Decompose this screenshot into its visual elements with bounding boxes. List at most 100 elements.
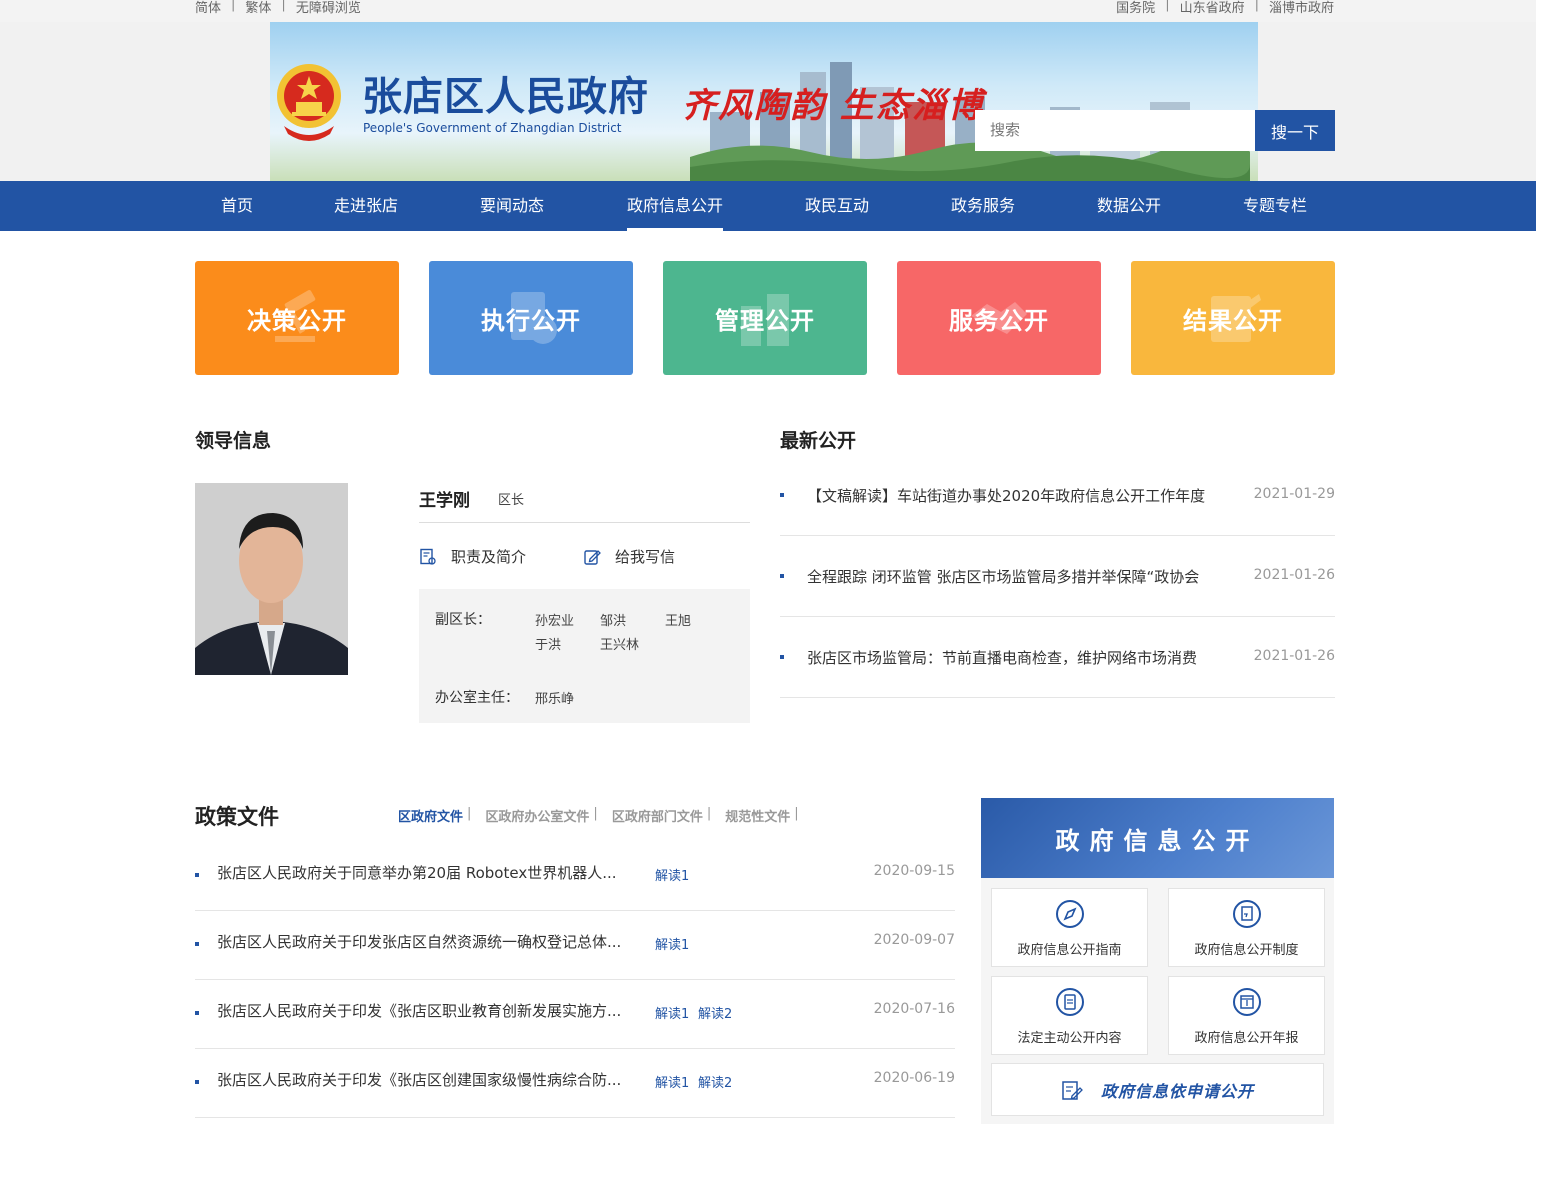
nav-item-services[interactable]: 政务服务 bbox=[951, 181, 1015, 231]
interpretation-link[interactable]: 解读1 bbox=[655, 1072, 689, 1091]
tab-normative-docs[interactable]: 规范性文件 bbox=[725, 806, 790, 825]
main-nav: 首页 走进张店 要闻动态 政府信息公开 政民互动 政务服务 数据公开 专题专栏 bbox=[0, 181, 1536, 231]
bullet bbox=[780, 574, 784, 578]
news-title: 张店区市场监管局：节前直播电商检查，维护网络市场消费 bbox=[807, 649, 1198, 667]
site-subtitle: People's Government of Zhangdian Distric… bbox=[363, 121, 622, 135]
search-input[interactable]: 搜索 bbox=[975, 110, 1256, 151]
write-letter-link[interactable]: 给我写信 bbox=[583, 546, 675, 567]
edit-icon bbox=[584, 549, 601, 565]
disclosure-guide-button[interactable]: 政府信息公开指南 bbox=[991, 888, 1148, 967]
cell-label: 政府信息公开年报 bbox=[1194, 1031, 1299, 1046]
nav-item-data[interactable]: 数据公开 bbox=[1097, 181, 1161, 231]
tile-label: 结果公开 bbox=[1183, 306, 1283, 335]
separator: | bbox=[281, 0, 286, 12]
policy-date: 2020-07-16 bbox=[873, 1001, 955, 1017]
separator: | bbox=[1254, 0, 1259, 12]
office-director-name[interactable]: 邢乐峥 bbox=[535, 688, 574, 707]
policy-section-title: 政策文件 bbox=[195, 805, 279, 829]
tile-label: 管理公开 bbox=[715, 306, 815, 335]
nav-item-topics[interactable]: 专题专栏 bbox=[1243, 181, 1307, 231]
disclosure-system-button[interactable]: 政府信息公开制度 bbox=[1168, 888, 1325, 967]
tile-label: 执行公开 bbox=[481, 306, 581, 335]
profile-doc-icon bbox=[420, 548, 436, 565]
shandong-gov-link[interactable]: 山东省政府 bbox=[1180, 0, 1245, 16]
interpretation-link[interactable]: 解读2 bbox=[698, 1003, 732, 1022]
tile-management[interactable]: 管理公开 bbox=[663, 261, 867, 375]
tile-result[interactable]: 结果公开 bbox=[1131, 261, 1335, 375]
table-row: 张店区人民政府关于印发《张店区创建国家级慢性病综合防... 解读1 解读2 20… bbox=[195, 1049, 955, 1118]
document-icon bbox=[1233, 900, 1261, 928]
tile-execution[interactable]: 执行公开 bbox=[429, 261, 633, 375]
language-links: 简体 | 繁体 | 无障碍浏览 bbox=[195, 0, 361, 16]
bullet bbox=[195, 1080, 199, 1084]
separator: | bbox=[794, 806, 799, 821]
tab-district-gov-docs[interactable]: 区政府文件 bbox=[398, 806, 463, 825]
accessibility-link[interactable]: 无障碍浏览 bbox=[296, 0, 361, 16]
leader-photo[interactable] bbox=[195, 483, 348, 675]
leader-name[interactable]: 王学刚 bbox=[419, 486, 470, 511]
tile-decision[interactable]: 决策公开 bbox=[195, 261, 399, 375]
bullet bbox=[195, 873, 199, 877]
table-row: 张店区人民政府关于印发张店区自然资源统一确权登记总体... 解读1 2020-0… bbox=[195, 911, 955, 980]
annual-report-button[interactable]: 政府信息公开年报 bbox=[1168, 976, 1325, 1055]
duties-link[interactable]: 职责及简介 bbox=[419, 546, 526, 567]
external-links: 国务院 | 山东省政府 | 淄博市政府 bbox=[1116, 0, 1334, 16]
interpretation-link[interactable]: 解读1 bbox=[655, 1003, 689, 1022]
separator: | bbox=[706, 806, 712, 821]
tile-label: 决策公开 bbox=[247, 306, 347, 335]
news-date: 2021-01-29 bbox=[1253, 486, 1335, 502]
simplified-link[interactable]: 简体 bbox=[195, 0, 221, 16]
apply-label: 政府信息依申请公开 bbox=[1100, 1081, 1254, 1101]
site-header: 张店区人民政府 People's Government of Zhangdian… bbox=[0, 22, 1536, 181]
interpretation-link[interactable]: 解读1 bbox=[655, 934, 689, 953]
list-item[interactable]: 全程跟踪 闭环监管 张店区市场监管局多措并举保障“政协会 2021-01-26 bbox=[780, 536, 1335, 617]
duties-link-label: 职责及简介 bbox=[451, 548, 527, 566]
zibo-gov-link[interactable]: 淄博市政府 bbox=[1269, 0, 1334, 16]
office-director-label: 办公室主任： bbox=[435, 690, 519, 706]
interpretation-link[interactable]: 解读2 bbox=[698, 1072, 732, 1091]
cell-label: 政府信息公开指南 bbox=[1017, 943, 1122, 958]
nav-item-about[interactable]: 走进张店 bbox=[334, 181, 398, 231]
deputy-name[interactable]: 王兴林 bbox=[600, 634, 639, 653]
interpretation-link[interactable]: 解读1 bbox=[655, 865, 689, 884]
policy-date: 2020-06-19 bbox=[873, 1070, 955, 1086]
clipboard-icon bbox=[1056, 988, 1084, 1016]
news-title: 全程跟踪 闭环监管 张店区市场监管局多措并举保障“政协会 bbox=[807, 568, 1200, 586]
cell-label: 政府信息公开制度 bbox=[1194, 943, 1299, 958]
deputy-name[interactable]: 邹洪 bbox=[600, 610, 626, 629]
news-title: 【文稿解读】车站街道办事处2020年政府信息公开工作年度 bbox=[807, 487, 1206, 505]
policy-title[interactable]: 张店区人民政府关于同意举办第20届 Robotex世界机器人... bbox=[217, 862, 647, 883]
info-panel-title[interactable]: 政府信息公开 bbox=[981, 798, 1334, 878]
policy-title[interactable]: 张店区人民政府关于印发《张店区职业教育创新发展实施方... bbox=[217, 1000, 647, 1021]
info-disclosure-panel: 政府信息公开 政府信息公开指南 政府信息公开制度 法定主动公开内容 政府信息公开… bbox=[981, 798, 1334, 1124]
state-council-link[interactable]: 国务院 bbox=[1116, 0, 1155, 16]
tab-office-docs[interactable]: 区政府办公室文件 bbox=[485, 806, 589, 825]
apply-disclosure-button[interactable]: 政府信息依申请公开 bbox=[991, 1063, 1324, 1116]
deputy-label: 副区长： bbox=[435, 612, 491, 628]
policy-date: 2020-09-15 bbox=[873, 863, 955, 879]
calendar-icon bbox=[1233, 988, 1261, 1016]
write-letter-label: 给我写信 bbox=[615, 548, 676, 566]
bullet bbox=[780, 493, 784, 497]
nav-item-home[interactable]: 首页 bbox=[221, 181, 253, 231]
form-edit-icon bbox=[1062, 1080, 1083, 1100]
list-item[interactable]: 【文稿解读】车站街道办事处2020年政府信息公开工作年度 2021-01-29 bbox=[780, 455, 1335, 536]
news-date: 2021-01-26 bbox=[1253, 567, 1335, 583]
nav-item-info-disclosure[interactable]: 政府信息公开 bbox=[627, 181, 724, 231]
deputy-name[interactable]: 于洪 bbox=[535, 634, 561, 653]
top-utility-bar: 简体 | 繁体 | 无障碍浏览 国务院 | 山东省政府 | 淄博市政府 bbox=[0, 0, 1536, 22]
deputy-name[interactable]: 孙宏业 bbox=[535, 610, 574, 629]
policy-title[interactable]: 张店区人民政府关于印发张店区自然资源统一确权登记总体... bbox=[217, 931, 647, 952]
policy-title[interactable]: 张店区人民政府关于印发《张店区创建国家级慢性病综合防... bbox=[217, 1069, 647, 1090]
tile-service[interactable]: 服务公开 bbox=[897, 261, 1101, 375]
search-button[interactable]: 搜一下 bbox=[1255, 110, 1335, 151]
nav-item-interaction[interactable]: 政民互动 bbox=[805, 181, 869, 231]
deputy-box: 副区长： 孙宏业 邹洪 王旭 于洪 王兴林 办公室主任： 邢乐峥 bbox=[419, 589, 750, 723]
nav-item-news[interactable]: 要闻动态 bbox=[480, 181, 544, 231]
statutory-content-button[interactable]: 法定主动公开内容 bbox=[991, 976, 1148, 1055]
traditional-link[interactable]: 繁体 bbox=[245, 0, 271, 16]
tab-department-docs[interactable]: 区政府部门文件 bbox=[612, 806, 703, 825]
list-item[interactable]: 张店区市场监管局：节前直播电商检查，维护网络市场消费 2021-01-26 bbox=[780, 617, 1335, 698]
deputy-name[interactable]: 王旭 bbox=[665, 610, 691, 629]
separator: | bbox=[1165, 0, 1170, 12]
